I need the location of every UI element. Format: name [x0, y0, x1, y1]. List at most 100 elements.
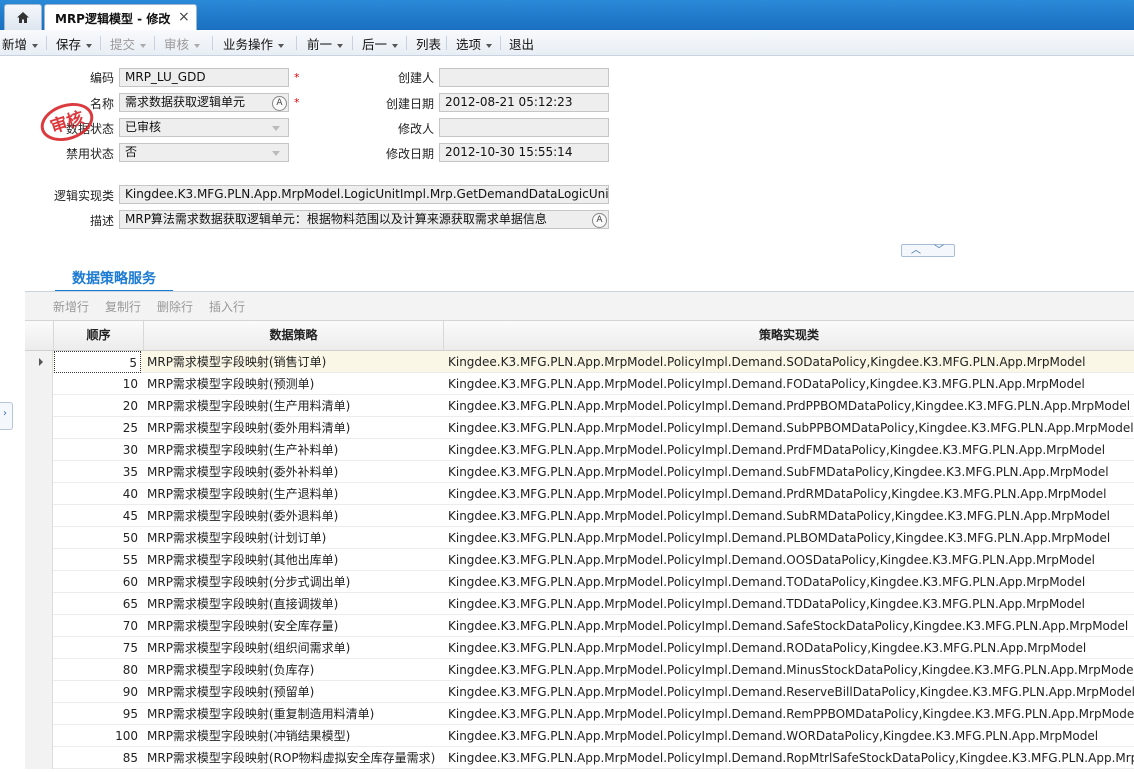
- table-row[interactable]: 20 MRP需求模型字段映射(生产用料清单) Kingdee.K3.MFG.PLN.…: [25, 395, 1134, 417]
- row-header[interactable]: [25, 637, 53, 659]
- menu-next[interactable]: 后一: [362, 34, 399, 52]
- row-header[interactable]: [25, 417, 53, 439]
- row-header[interactable]: [25, 593, 53, 615]
- impl-cell[interactable]: Kingdee.K3.MFG.PLN.App.MrpModel.PolicyIm…: [448, 417, 1134, 439]
- table-row[interactable]: 95 MRP需求模型字段映射(重复制造用料清单) Kingdee.K3.MFG.PL…: [25, 703, 1134, 725]
- row-header[interactable]: [25, 659, 53, 681]
- impl-cell[interactable]: Kingdee.K3.MFG.PLN.App.MrpModel.PolicyIm…: [448, 703, 1134, 725]
- tab-mrp-logic-model[interactable]: MRP逻辑模型 - 修改 ×: [44, 4, 197, 31]
- row-header[interactable]: [25, 483, 53, 505]
- tab-data-policy-service[interactable]: 数据策略服务: [55, 268, 173, 293]
- policy-cell[interactable]: MRP需求模型字段映射(直接调拨单): [147, 593, 443, 615]
- menu-save[interactable]: 保存: [56, 34, 93, 52]
- collapse-toggle[interactable]: ︿ ﹀: [901, 244, 955, 257]
- impl-cell[interactable]: Kingdee.K3.MFG.PLN.App.MrpModel.PolicyIm…: [448, 615, 1134, 637]
- policy-cell[interactable]: MRP需求模型字段映射(委外退料单): [147, 505, 443, 527]
- row-header[interactable]: [25, 681, 53, 703]
- menu-audit[interactable]: 审核: [164, 34, 201, 52]
- disable-status-select[interactable]: 否: [119, 143, 289, 162]
- menu-previous[interactable]: 前一: [307, 34, 344, 52]
- table-row[interactable]: 60 MRP需求模型字段映射(分步式调出单) Kingdee.K3.MFG.PLN.…: [25, 571, 1134, 593]
- delete-row-button[interactable]: 删除行: [157, 298, 193, 315]
- policy-cell[interactable]: MRP需求模型字段映射(其他出库单): [147, 549, 443, 571]
- table-row[interactable]: 35 MRP需求模型字段映射(委外补料单) Kingdee.K3.MFG.PLN.A…: [25, 461, 1134, 483]
- seq-cell[interactable]: 50: [54, 527, 141, 549]
- name-field[interactable]: 需求数据获取逻辑单元: [119, 93, 289, 112]
- insert-row-button[interactable]: 插入行: [209, 298, 245, 315]
- policy-cell[interactable]: MRP需求模型字段映射(冲销结果模型): [147, 725, 443, 747]
- table-row[interactable]: 45 MRP需求模型字段映射(委外退料单) Kingdee.K3.MFG.PLN.A…: [25, 505, 1134, 527]
- impl-cell[interactable]: Kingdee.K3.MFG.PLN.App.MrpModel.PolicyIm…: [448, 681, 1134, 703]
- policy-cell[interactable]: MRP需求模型字段映射(安全库存量): [147, 615, 443, 637]
- seq-cell[interactable]: 95: [54, 703, 141, 725]
- policy-cell[interactable]: MRP需求模型字段映射(ROP物料虚拟安全库存量需求): [147, 747, 443, 769]
- policy-cell[interactable]: MRP需求模型字段映射(委外用料清单): [147, 417, 443, 439]
- seq-cell[interactable]: 40: [54, 483, 141, 505]
- policy-cell[interactable]: MRP需求模型字段映射(生产补料单): [147, 439, 443, 461]
- seq-cell[interactable]: 45: [54, 505, 141, 527]
- table-row[interactable]: 75 MRP需求模型字段映射(组织间需求单) Kingdee.K3.MFG.PLN.…: [25, 637, 1134, 659]
- row-header[interactable]: [25, 395, 53, 417]
- seq-cell[interactable]: 30: [54, 439, 141, 461]
- row-header[interactable]: [25, 571, 53, 593]
- policy-cell[interactable]: MRP需求模型字段映射(重复制造用料清单): [147, 703, 443, 725]
- menu-list[interactable]: 列表: [416, 34, 441, 52]
- table-row[interactable]: 80 MRP需求模型字段映射(负库存) Kingdee.K3.MFG.PLN.App…: [25, 659, 1134, 681]
- policy-cell[interactable]: MRP需求模型字段映射(分步式调出单): [147, 571, 443, 593]
- table-row[interactable]: 65 MRP需求模型字段映射(直接调拨单) Kingdee.K3.MFG.PLN.A…: [25, 593, 1134, 615]
- impl-cell[interactable]: Kingdee.K3.MFG.PLN.App.MrpModel.PolicyIm…: [448, 637, 1134, 659]
- policy-cell[interactable]: MRP需求模型字段映射(负库存): [147, 659, 443, 681]
- side-panel-toggle[interactable]: ›: [0, 402, 13, 430]
- row-header[interactable]: [25, 461, 53, 483]
- home-tab[interactable]: [4, 4, 42, 31]
- menu-business-ops[interactable]: 业务操作: [223, 34, 285, 52]
- seq-cell[interactable]: 20: [54, 395, 141, 417]
- table-row[interactable]: 40 MRP需求模型字段映射(生产退料单) Kingdee.K3.MFG.PLN.A…: [25, 483, 1134, 505]
- multilang-icon[interactable]: A: [272, 96, 287, 111]
- table-row[interactable]: 25 MRP需求模型字段映射(委外用料清单) Kingdee.K3.MFG.PLN.…: [25, 417, 1134, 439]
- seq-cell[interactable]: 55: [54, 549, 141, 571]
- seq-cell[interactable]: 5: [54, 351, 141, 373]
- row-header[interactable]: [25, 747, 53, 769]
- row-header[interactable]: [25, 615, 53, 637]
- table-row[interactable]: 30 MRP需求模型字段映射(生产补料单) Kingdee.K3.MFG.PLN.A…: [25, 439, 1134, 461]
- seq-cell[interactable]: 25: [54, 417, 141, 439]
- row-header[interactable]: [25, 373, 53, 395]
- policy-cell[interactable]: MRP需求模型字段映射(委外补料单): [147, 461, 443, 483]
- policy-cell[interactable]: MRP需求模型字段映射(组织间需求单): [147, 637, 443, 659]
- policy-cell[interactable]: MRP需求模型字段映射(预留单): [147, 681, 443, 703]
- seq-cell[interactable]: 75: [54, 637, 141, 659]
- table-row[interactable]: 85 MRP需求模型字段映射(ROP物料虚拟安全库存量需求) Kingdee.K3.…: [25, 747, 1134, 769]
- table-row[interactable]: 5 MRP需求模型字段映射(销售订单) Kingdee.K3.MFG.PLN.App…: [25, 351, 1134, 373]
- multilang-icon[interactable]: A: [592, 213, 607, 228]
- table-row[interactable]: 10 MRP需求模型字段映射(预测单) Kingdee.K3.MFG.PLN.App…: [25, 373, 1134, 395]
- policy-cell[interactable]: MRP需求模型字段映射(预测单): [147, 373, 443, 395]
- impl-cell[interactable]: Kingdee.K3.MFG.PLN.App.MrpModel.PolicyIm…: [448, 505, 1134, 527]
- column-header-policy[interactable]: 数据策略: [144, 321, 444, 350]
- menu-exit[interactable]: 退出: [509, 34, 534, 52]
- seq-cell[interactable]: 80: [54, 659, 141, 681]
- desc-field[interactable]: MRP算法需求数据获取逻辑单元：根据物料范围以及计算来源获取需求单据信息: [119, 210, 609, 229]
- impl-cell[interactable]: Kingdee.K3.MFG.PLN.App.MrpModel.PolicyIm…: [448, 549, 1134, 571]
- table-row[interactable]: 100 MRP需求模型字段映射(冲销结果模型) Kingdee.K3.MFG.PLN…: [25, 725, 1134, 747]
- logic-class-field[interactable]: Kingdee.K3.MFG.PLN.App.MrpModel.LogicUni…: [119, 185, 609, 204]
- table-row[interactable]: 55 MRP需求模型字段映射(其他出库单) Kingdee.K3.MFG.PLN.A…: [25, 549, 1134, 571]
- impl-cell[interactable]: Kingdee.K3.MFG.PLN.App.MrpModel.PolicyIm…: [448, 593, 1134, 615]
- row-header[interactable]: [25, 439, 53, 461]
- seq-cell[interactable]: 70: [54, 615, 141, 637]
- code-field[interactable]: MRP_LU_GDD: [119, 68, 289, 87]
- impl-cell[interactable]: Kingdee.K3.MFG.PLN.App.MrpModel.PolicyIm…: [448, 483, 1134, 505]
- seq-cell[interactable]: 100: [54, 725, 141, 747]
- seq-cell[interactable]: 85: [54, 747, 141, 769]
- row-header[interactable]: [25, 725, 53, 747]
- row-header[interactable]: [25, 527, 53, 549]
- impl-cell[interactable]: Kingdee.K3.MFG.PLN.App.MrpModel.PolicyIm…: [448, 351, 1134, 373]
- policy-cell[interactable]: MRP需求模型字段映射(生产退料单): [147, 483, 443, 505]
- seq-cell[interactable]: 35: [54, 461, 141, 483]
- add-row-button[interactable]: 新增行: [53, 298, 89, 315]
- menu-new[interactable]: 新增: [2, 34, 39, 52]
- copy-row-button[interactable]: 复制行: [105, 298, 141, 315]
- table-row[interactable]: 90 MRP需求模型字段映射(预留单) Kingdee.K3.MFG.PLN.App…: [25, 681, 1134, 703]
- impl-cell[interactable]: Kingdee.K3.MFG.PLN.App.MrpModel.PolicyIm…: [448, 439, 1134, 461]
- column-header-seq[interactable]: 顺序: [54, 321, 144, 350]
